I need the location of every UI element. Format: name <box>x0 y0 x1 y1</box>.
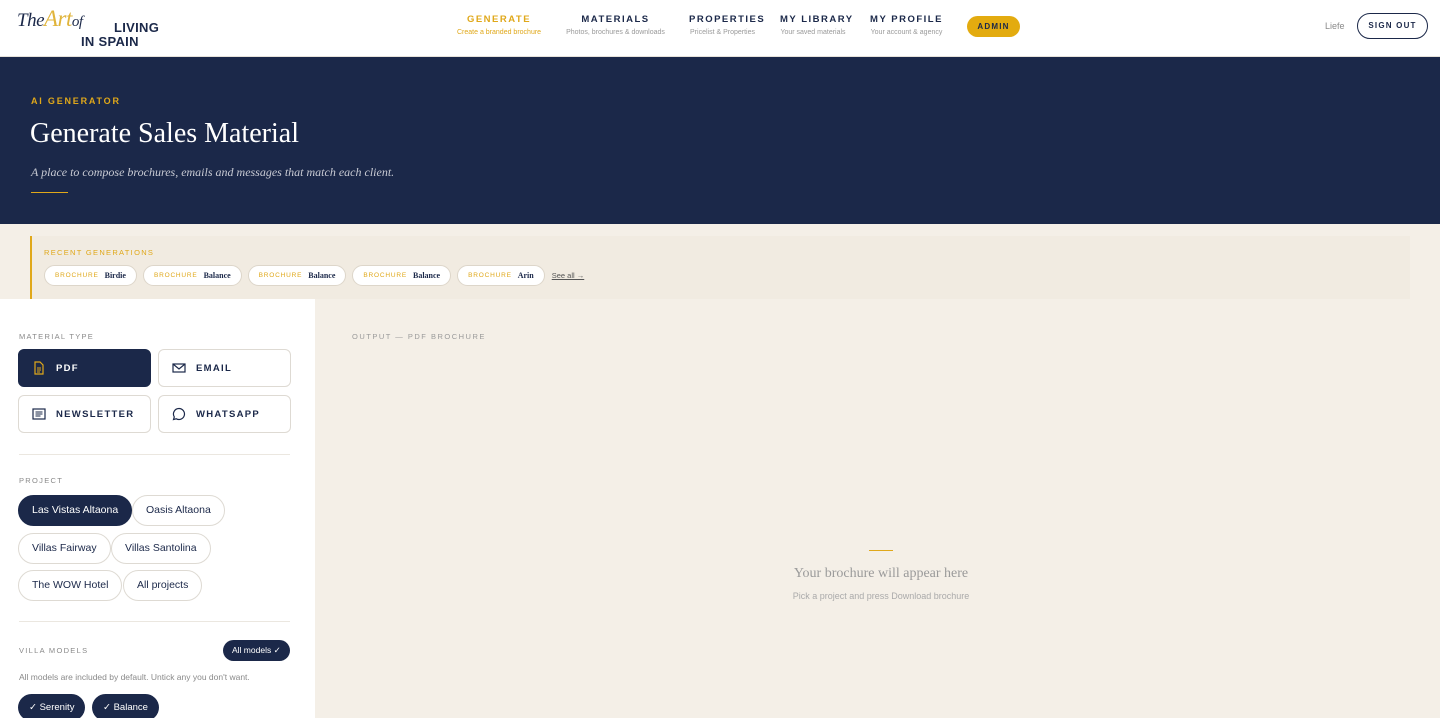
recent-item[interactable]: BROCHURE Balance <box>142 265 242 286</box>
nav-generate[interactable]: GENERATE Create a branded brochure <box>457 14 541 44</box>
user-name: Liefe <box>1325 21 1345 31</box>
brand-logo[interactable]: TheArtof LIVING IN SPAIN <box>17 6 159 50</box>
nav-materials-subtitle: Photos, brochures & downloads <box>566 29 665 36</box>
section-divider <box>19 454 290 455</box>
recent-item-name: Balance <box>203 271 231 280</box>
recent-item-kind: BROCHURE <box>55 272 99 279</box>
recent-item-kind: BROCHURE <box>363 272 407 279</box>
project-option-all-projects[interactable]: All projects <box>123 570 203 601</box>
recent-item[interactable]: BROCHURE Balance <box>247 265 347 286</box>
logo-art: Art <box>44 6 72 31</box>
nav-materials-title: MATERIALS <box>581 14 650 25</box>
hero-subtitle: A place to compose brochures, emails and… <box>31 165 395 179</box>
nav-properties-title: PROPERTIES <box>689 14 766 25</box>
project-option-las-vistas-altaona[interactable]: Las Vistas Altaona <box>18 495 133 526</box>
nav-materials[interactable]: MATERIALS Photos, brochures & downloads <box>566 14 665 44</box>
top-navigation-bar: TheArtof LIVING IN SPAIN GENERATE Create… <box>0 0 1440 57</box>
nav-properties[interactable]: PROPERTIES Pricelist & Properties <box>689 14 766 44</box>
hero-kicker: AI GENERATOR <box>31 96 121 106</box>
nav-my-profile-subtitle: Your account & agency <box>870 29 943 36</box>
hero-banner: AI GENERATOR Generate Sales Material A p… <box>0 57 1440 224</box>
mail-icon <box>172 363 186 373</box>
output-placeholder-title: Your brochure will appear here <box>793 566 969 581</box>
recent-item[interactable]: BROCHURE Birdie <box>44 265 137 286</box>
project-option-the-wow-hotel[interactable]: The WOW Hotel <box>18 570 123 601</box>
material-type-newsletter[interactable]: NEWSLETTER <box>18 395 151 433</box>
recent-generations: RECENT GENERATIONS BROCHURE Birdie BROCH… <box>30 236 1410 299</box>
project-label: PROJECT <box>19 476 64 485</box>
output-label: OUTPUT — PDF BROCHURE <box>352 332 486 341</box>
villa-models-label: VILLA MODELS <box>19 646 89 655</box>
chat-bubble-icon <box>172 407 186 421</box>
nav-my-profile[interactable]: MY PROFILE Your account & agency <box>870 14 943 44</box>
villa-model-serenity[interactable]: ✓ Serenity <box>18 694 86 718</box>
recent-item-name: Birdie <box>104 271 126 280</box>
logo-living: LIVING <box>114 20 160 35</box>
nav-generate-subtitle: Create a branded brochure <box>457 29 542 36</box>
villa-models-helper-text: All models are included by default. Unti… <box>19 672 250 682</box>
material-type-whatsapp-label: WHATSAPP <box>196 408 261 420</box>
nav-my-library[interactable]: MY LIBRARY Your saved materials <box>780 14 854 44</box>
recent-item-name: Arin <box>517 271 534 280</box>
recent-item[interactable]: BROCHURE Arin <box>457 265 545 286</box>
recent-item-name: Balance <box>413 271 441 280</box>
material-type-email-label: EMAIL <box>196 362 233 374</box>
pdf-file-icon <box>34 361 44 375</box>
villa-model-balance[interactable]: ✓ Balance <box>92 694 159 718</box>
newsletter-icon <box>32 408 46 420</box>
nav-my-library-subtitle: Your saved materials <box>780 29 846 36</box>
recent-item[interactable]: BROCHURE Balance <box>352 265 452 286</box>
generator-options-panel: MATERIAL TYPE PDF EMAIL NEWSLETTER WHATS… <box>0 299 315 718</box>
material-type-whatsapp[interactable]: WHATSAPP <box>158 395 291 433</box>
logo-in-spain: IN SPAIN <box>81 34 139 49</box>
nav-generate-title: GENERATE <box>466 14 532 25</box>
logo-the: The <box>17 10 45 31</box>
hero-divider <box>31 192 68 193</box>
nav-my-library-title: MY LIBRARY <box>780 14 854 25</box>
project-option-villas-santolina[interactable]: Villas Santolina <box>111 533 211 564</box>
all-models-toggle[interactable]: All models ✓ <box>223 640 290 661</box>
recent-item-kind: BROCHURE <box>258 272 303 279</box>
material-type-newsletter-label: NEWSLETTER <box>56 408 135 420</box>
material-type-label: MATERIAL TYPE <box>19 332 95 341</box>
page-title: Generate Sales Material <box>30 118 299 149</box>
admin-button[interactable]: ADMIN <box>967 16 1020 37</box>
nav-my-profile-title: MY PROFILE <box>870 14 943 25</box>
material-type-pdf-label: PDF <box>56 362 79 374</box>
recent-item-kind: BROCHURE <box>153 272 198 279</box>
material-type-pdf[interactable]: PDF <box>18 349 151 387</box>
nav-properties-subtitle: Pricelist & Properties <box>690 29 755 36</box>
recent-generations-list: BROCHURE Birdie BROCHURE Balance BROCHUR… <box>44 265 584 286</box>
section-divider <box>19 621 290 622</box>
project-option-villas-fairway[interactable]: Villas Fairway <box>18 533 111 564</box>
material-type-email[interactable]: EMAIL <box>158 349 291 387</box>
project-option-oasis-altaona[interactable]: Oasis Altaona <box>132 495 225 526</box>
output-divider <box>869 550 893 551</box>
logo-script-line: TheArtof <box>17 6 83 32</box>
recent-item-name: Balance <box>308 271 336 280</box>
logo-of: of <box>71 14 83 30</box>
recent-item-kind: BROCHURE <box>468 272 512 279</box>
recent-generations-label: RECENT GENERATIONS <box>44 248 155 257</box>
see-all-link[interactable]: See all → <box>552 271 585 280</box>
sign-out-button[interactable]: SIGN OUT <box>1357 13 1428 39</box>
output-placeholder-subtitle: Pick a project and press Download brochu… <box>792 591 970 601</box>
